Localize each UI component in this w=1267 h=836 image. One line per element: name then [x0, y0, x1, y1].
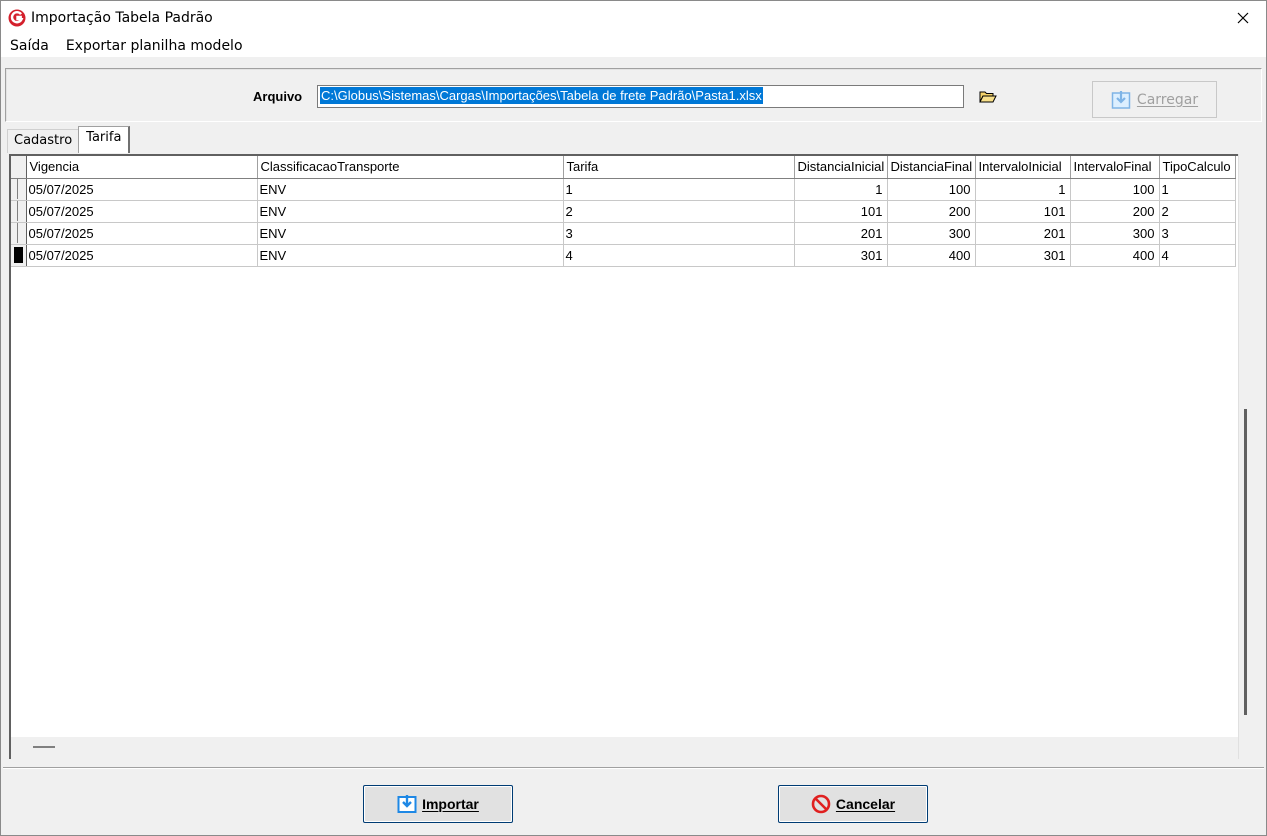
grid-border [1238, 154, 1239, 759]
load-button-label: Carregar [1136, 91, 1199, 108]
table-header-row: Vigencia ClassificacaoTransporte Tarifa … [11, 156, 1236, 179]
grid-footer [11, 737, 1238, 759]
download-icon [1111, 90, 1131, 109]
table-cell[interactable]: 301 [794, 244, 888, 267]
file-panel: Arquivo C:\Globus\Sistemas\Cargas\Import… [5, 68, 1262, 122]
current-row-marker [13, 247, 23, 263]
header-indicator [11, 156, 27, 179]
import-window: Importação Tabela Padrão Saída Exportar … [0, 0, 1267, 836]
table-cell[interactable]: 101 [975, 200, 1071, 223]
import-button[interactable]: Importar [363, 785, 513, 823]
table-cell[interactable]: ENV [257, 200, 564, 223]
column-header[interactable]: IntervaloFinal [1070, 156, 1160, 179]
table-cell[interactable]: 101 [794, 200, 888, 223]
globus-app-icon [8, 9, 26, 27]
table-cell[interactable]: 300 [1070, 222, 1160, 245]
table-cell[interactable]: 301 [975, 244, 1071, 267]
column-header[interactable]: IntervaloInicial [975, 156, 1071, 179]
table-cell[interactable]: 1 [794, 178, 888, 201]
table-cell[interactable]: 05/07/2025 [26, 222, 258, 245]
column-header[interactable]: DistanciaInicial [794, 156, 888, 179]
table-cell[interactable]: 4 [1159, 244, 1236, 267]
table-row[interactable]: 05/07/2025 ENV 2 101 200 101 200 2 [11, 200, 1236, 223]
file-path-text: C:\Globus\Sistemas\Cargas\Importações\Ta… [320, 87, 763, 104]
table-cell[interactable]: 300 [887, 222, 976, 245]
folder-open-icon[interactable] [978, 88, 998, 106]
table-cell[interactable]: 200 [887, 200, 976, 223]
table-cell[interactable]: 2 [1159, 200, 1236, 223]
table-cell[interactable]: 05/07/2025 [26, 178, 258, 201]
table-cell[interactable]: ENV [257, 244, 564, 267]
table-cell[interactable]: 100 [1070, 178, 1160, 201]
column-header[interactable]: Vigencia [26, 156, 258, 179]
table-cell[interactable]: 05/07/2025 [26, 200, 258, 223]
column-header[interactable]: TipoCalculo [1159, 156, 1236, 179]
table-cell[interactable]: 201 [794, 222, 888, 245]
tab-strip: Cadastro Tarifa [7, 126, 131, 153]
close-icon [1237, 12, 1249, 24]
column-header[interactable]: Tarifa [563, 156, 795, 179]
cancel-button-label: Cancelar [835, 796, 896, 812]
column-header[interactable]: ClassificacaoTransporte [257, 156, 564, 179]
menu-bar: Saída Exportar planilha modelo [1, 35, 1266, 57]
column-header[interactable]: DistanciaFinal [887, 156, 976, 179]
grid-footer-handle [33, 746, 55, 748]
row-indicator-current[interactable] [11, 244, 27, 267]
table-cell[interactable]: 201 [975, 222, 1071, 245]
table-cell[interactable]: 200 [1070, 200, 1160, 223]
load-button[interactable]: Carregar [1092, 81, 1217, 118]
table-cell[interactable]: 100 [887, 178, 976, 201]
table-cell[interactable]: 400 [1070, 244, 1160, 267]
table-cell[interactable]: 1 [975, 178, 1071, 201]
file-label: Arquivo [253, 89, 303, 104]
table-cell[interactable]: 2 [563, 200, 795, 223]
table-cell[interactable]: 1 [563, 178, 795, 201]
tab-tarifa[interactable]: Tarifa [78, 126, 131, 153]
cancel-button[interactable]: Cancelar [778, 785, 928, 823]
import-icon [397, 795, 417, 813]
table-cell[interactable]: ENV [257, 222, 564, 245]
close-button[interactable] [1220, 1, 1266, 35]
table-cell[interactable]: 4 [563, 244, 795, 267]
import-button-label: Importar [422, 796, 479, 812]
table-cell[interactable]: 3 [1159, 222, 1236, 245]
tab-cadastro[interactable]: Cadastro [7, 129, 79, 153]
file-path-input[interactable]: C:\Globus\Sistemas\Cargas\Importações\Ta… [317, 85, 964, 108]
table-row[interactable]: 05/07/2025 ENV 3 201 300 201 300 3 [11, 222, 1236, 245]
row-indicator[interactable] [11, 178, 27, 201]
menu-item-export-template[interactable]: Exportar planilha modelo [58, 35, 252, 57]
table-cell[interactable]: 3 [563, 222, 795, 245]
cancel-icon [811, 794, 831, 814]
row-indicator[interactable] [11, 222, 27, 245]
table-cell[interactable]: 1 [1159, 178, 1236, 201]
row-indicator[interactable] [11, 200, 27, 223]
table-row-current[interactable]: 05/07/2025 ENV 4 301 400 301 400 4 [11, 244, 1236, 267]
vertical-scrollbar[interactable] [1244, 409, 1247, 715]
table-row[interactable]: 05/07/2025 ENV 1 1 100 1 100 1 [11, 178, 1236, 201]
title-bar: Importação Tabela Padrão [1, 1, 1266, 35]
table-cell[interactable]: 05/07/2025 [26, 244, 258, 267]
window-title: Importação Tabela Padrão [31, 10, 213, 26]
menu-item-saida[interactable]: Saída [1, 35, 58, 57]
table-cell[interactable]: ENV [257, 178, 564, 201]
tariff-table: Vigencia ClassificacaoTransporte Tarifa … [11, 156, 1236, 267]
bottom-separator [3, 767, 1264, 769]
table-cell[interactable]: 400 [887, 244, 976, 267]
